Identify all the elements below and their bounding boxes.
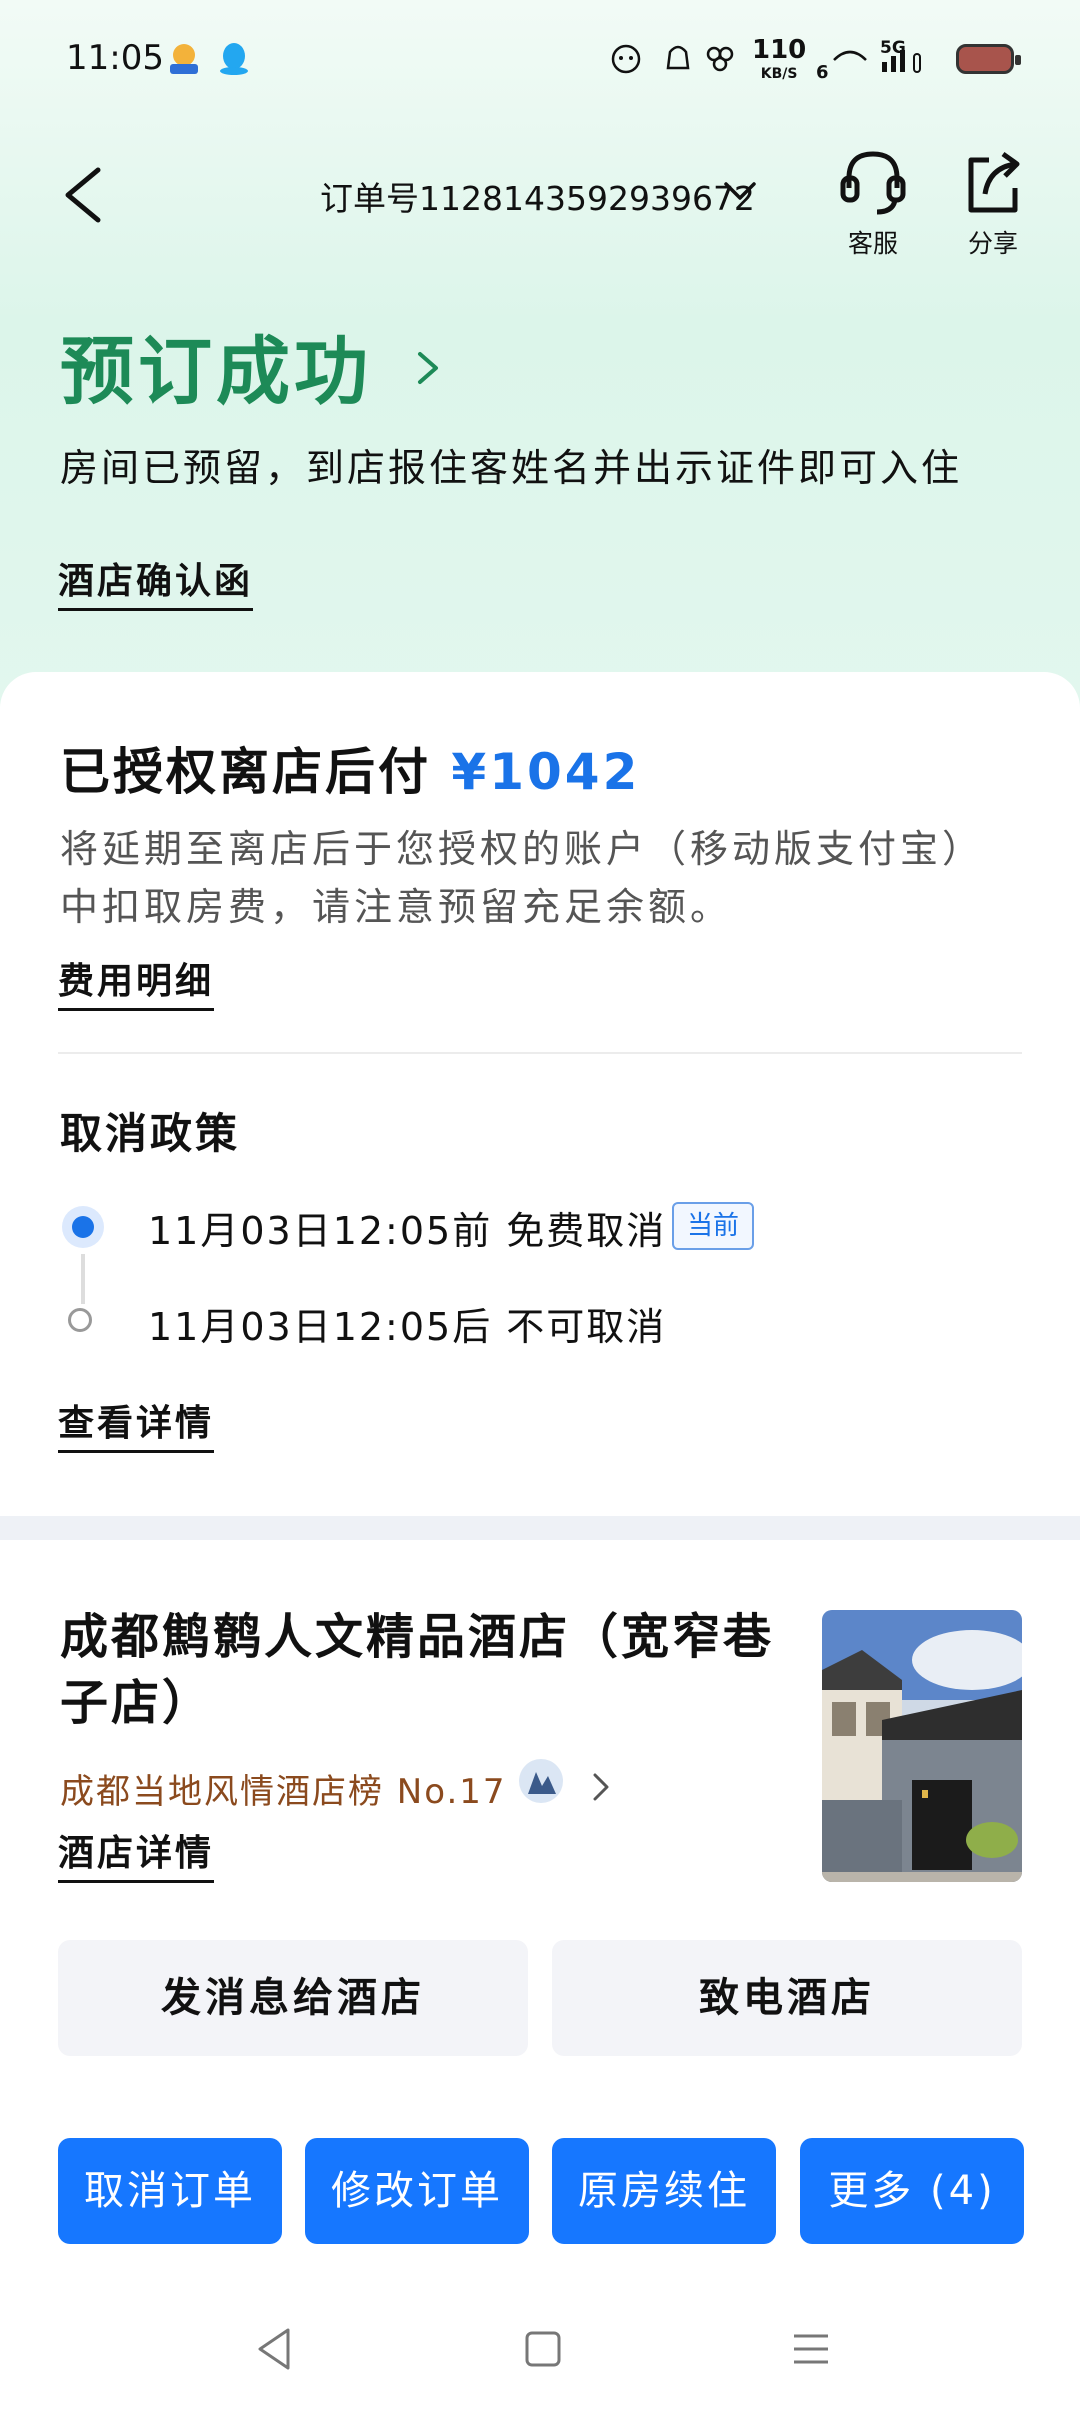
qq-penguin-icon: [220, 43, 248, 75]
nav-back-icon[interactable]: [250, 2324, 300, 2374]
status-time: 11:05: [66, 38, 164, 78]
rank-badge-icon: [519, 1759, 563, 1803]
battery-icon: [956, 44, 1021, 74]
timeline-active-dot: [62, 1206, 104, 1248]
net-speed: 110 KB/S: [752, 35, 807, 82]
chevron-right-icon[interactable]: [412, 348, 442, 388]
divider: [58, 1052, 1022, 1054]
service-label: 客服: [847, 229, 898, 258]
payment-amount: ¥1042: [451, 743, 641, 801]
share-button[interactable]: 分享: [948, 148, 1038, 260]
section-gap: [0, 1516, 1080, 1540]
hotel-rank[interactable]: 成都当地风情酒店榜 No.17: [60, 1764, 507, 1813]
cancel-details-link[interactable]: 查看详情: [58, 1394, 215, 1453]
more-actions-button[interactable]: 更多 (4): [800, 2138, 1024, 2244]
chevron-down-icon[interactable]: [722, 176, 758, 206]
booking-success-title[interactable]: 预订成功: [60, 312, 372, 419]
signal-icon: [833, 50, 921, 73]
back-arrow-icon[interactable]: [56, 160, 116, 230]
customer-service-button[interactable]: 客服: [828, 148, 918, 260]
cancel-policy-title: 取消政策: [60, 1109, 241, 1158]
signal-count: 6: [816, 62, 829, 83]
chevron-right-icon[interactable]: [590, 1770, 612, 1804]
current-badge: 当前: [672, 1202, 754, 1250]
hotel-name[interactable]: 成都鹪鹩人文精品酒店（宽窄巷子店）: [60, 1604, 800, 1736]
hotel-confirmation-link[interactable]: 酒店确认函: [58, 552, 254, 611]
payment-description: 将延期至离店后于您授权的账户（移动版支付宝）中扣取房费，请注意预留充足余额。: [60, 827, 985, 929]
share-label: 分享: [967, 229, 1018, 258]
order-number[interactable]: 订单号1128143592939672: [320, 172, 755, 220]
headset-icon: [840, 151, 906, 215]
nav-home-icon[interactable]: [518, 2324, 568, 2374]
cancel-order-button[interactable]: 取消订单: [58, 2138, 282, 2244]
app-badge-icon: [170, 44, 198, 74]
modify-order-button[interactable]: 修改订单: [305, 2138, 529, 2244]
cancel-rule-nonrefundable: 11月03日12:05后 不可取消: [148, 1305, 667, 1349]
call-hotel-button[interactable]: 致电酒店: [552, 1940, 1022, 2056]
cancel-rule-free: 11月03日12:05前 免费取消: [148, 1209, 667, 1253]
status-bar: 11:05 110 KB/S 6 5G: [0, 0, 1080, 120]
cartoon-face-icon: [611, 44, 641, 74]
hotel-photo[interactable]: [822, 1610, 1022, 1882]
flower-icon: [706, 46, 734, 72]
nav-menu-icon[interactable]: [786, 2324, 836, 2374]
bell-cat-icon: [666, 45, 690, 70]
fee-details-link[interactable]: 费用明细: [58, 952, 215, 1011]
hotel-details-link[interactable]: 酒店详情: [58, 1824, 215, 1883]
message-hotel-button[interactable]: 发消息给酒店: [58, 1940, 528, 2056]
payment-title: 已授权离店后付 ¥1042: [60, 743, 641, 801]
booking-success-description: 房间已预留，到店报住客姓名并出示证件即可入住: [60, 446, 963, 490]
extend-stay-button[interactable]: 原房续住: [552, 2138, 776, 2244]
share-icon: [968, 151, 1020, 213]
timeline-dot: [68, 1308, 92, 1332]
timeline-line: [81, 1254, 85, 1304]
